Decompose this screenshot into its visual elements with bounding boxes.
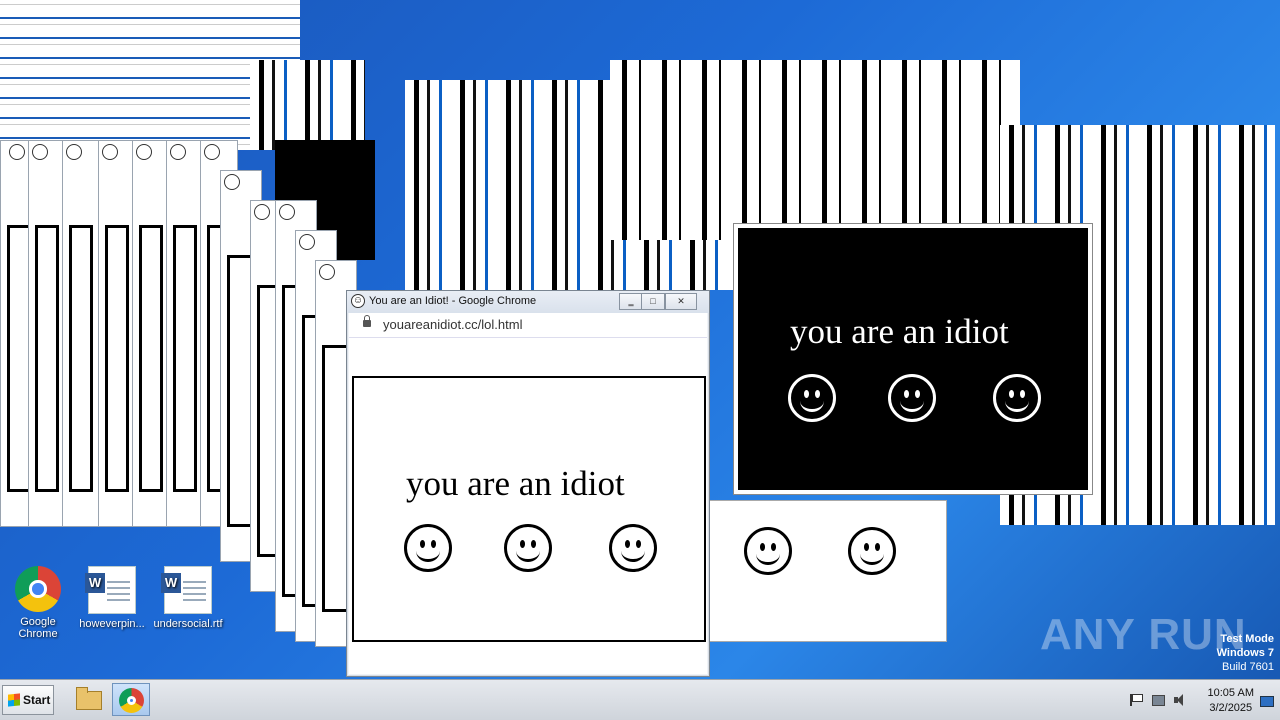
chrome-icon [119, 688, 144, 713]
inverted-idiot-window: you are an idiot [733, 223, 1093, 495]
windows-logo-icon [8, 693, 20, 707]
smiley-face-icon [888, 374, 936, 422]
clock-time: 10:05 AM [1207, 687, 1254, 699]
desktop-icon-label: howeverpin... [79, 618, 145, 630]
volume-icon[interactable] [1174, 694, 1186, 706]
stacked-window [132, 140, 170, 527]
chrome-icon [15, 566, 61, 612]
stacked-window [98, 140, 136, 527]
word-document-icon [161, 566, 212, 614]
test-mode-line: Build 7601 [1222, 661, 1274, 673]
stacked-window [166, 140, 204, 527]
desktop-icon-label: Google Chrome [18, 616, 58, 640]
idiot-frame: you are an idiot [352, 376, 706, 642]
start-label: Start [23, 693, 51, 707]
desktop-icon-label: undersocial.rtf [153, 618, 223, 630]
folder-icon [76, 687, 102, 710]
clock-date: 3/2/2025 [1209, 702, 1253, 714]
smiley-face-icon [404, 524, 452, 572]
inverted-frame: you are an idiot [738, 228, 1088, 490]
test-mode-line: Windows 7 [1216, 647, 1274, 659]
idiot-message: you are an idiot [406, 464, 625, 503]
smiley-face-icon [848, 527, 896, 575]
taskbar-app-chrome[interactable] [112, 683, 150, 716]
url-text: youareanidiot.cc/lol.html [383, 317, 523, 332]
show-desktop-icon[interactable] [1260, 696, 1274, 707]
desktop-icon-rtf[interactable]: undersocial.rtf [150, 566, 226, 630]
taskbar: Start 10:05 AM 3/2/2025 [0, 679, 1280, 720]
page-content: you are an idiot [349, 338, 707, 674]
stacked-window [62, 140, 100, 527]
background-idiot-window [705, 500, 947, 642]
window-title: You are an Idiot! - Google Chrome [369, 295, 537, 307]
flag-icon[interactable] [1130, 694, 1144, 706]
stacked-window [28, 140, 66, 527]
test-mode-line: Test Mode [1220, 633, 1274, 645]
smiley-favicon: ☺ [351, 294, 365, 308]
system-tray: 10:05 AM 3/2/2025 [1120, 680, 1280, 720]
smiley-face-icon [993, 374, 1041, 422]
clock[interactable]: 10:05 AM 3/2/2025 [1208, 686, 1254, 716]
desktop-icon-chrome[interactable]: Google Chrome [0, 566, 76, 640]
taskbar-app-file-explorer[interactable] [68, 683, 106, 716]
close-button[interactable]: ✕ [665, 293, 697, 310]
address-bar[interactable]: youareanidiot.cc/lol.html [349, 313, 707, 338]
smiley-face-icon [744, 527, 792, 575]
smiley-face-icon [788, 374, 836, 422]
smiley-face-icon [609, 524, 657, 572]
title-bar[interactable]: ☺ You are an Idiot! - Google Chrome ‗ □ … [347, 291, 709, 313]
network-icon[interactable] [1152, 695, 1165, 706]
word-document-icon [85, 566, 136, 614]
start-button[interactable]: Start [2, 685, 54, 715]
glitch-window-trail-top-right [610, 60, 1020, 240]
lock-icon [363, 315, 371, 327]
test-mode-notice: Test Mode Windows 7 Build 7601 [1217, 632, 1274, 674]
idiot-message-inverted: you are an idiot [790, 312, 1009, 351]
maximize-button[interactable]: □ [641, 293, 665, 310]
chrome-popup-window[interactable]: ☺ You are an Idiot! - Google Chrome ‗ □ … [346, 290, 710, 677]
minimize-button[interactable]: ‗ [619, 293, 643, 310]
desktop-icon-document[interactable]: howeverpin... [74, 566, 150, 630]
smiley-face-icon [504, 524, 552, 572]
glitch-window-trail-top [250, 60, 365, 150]
